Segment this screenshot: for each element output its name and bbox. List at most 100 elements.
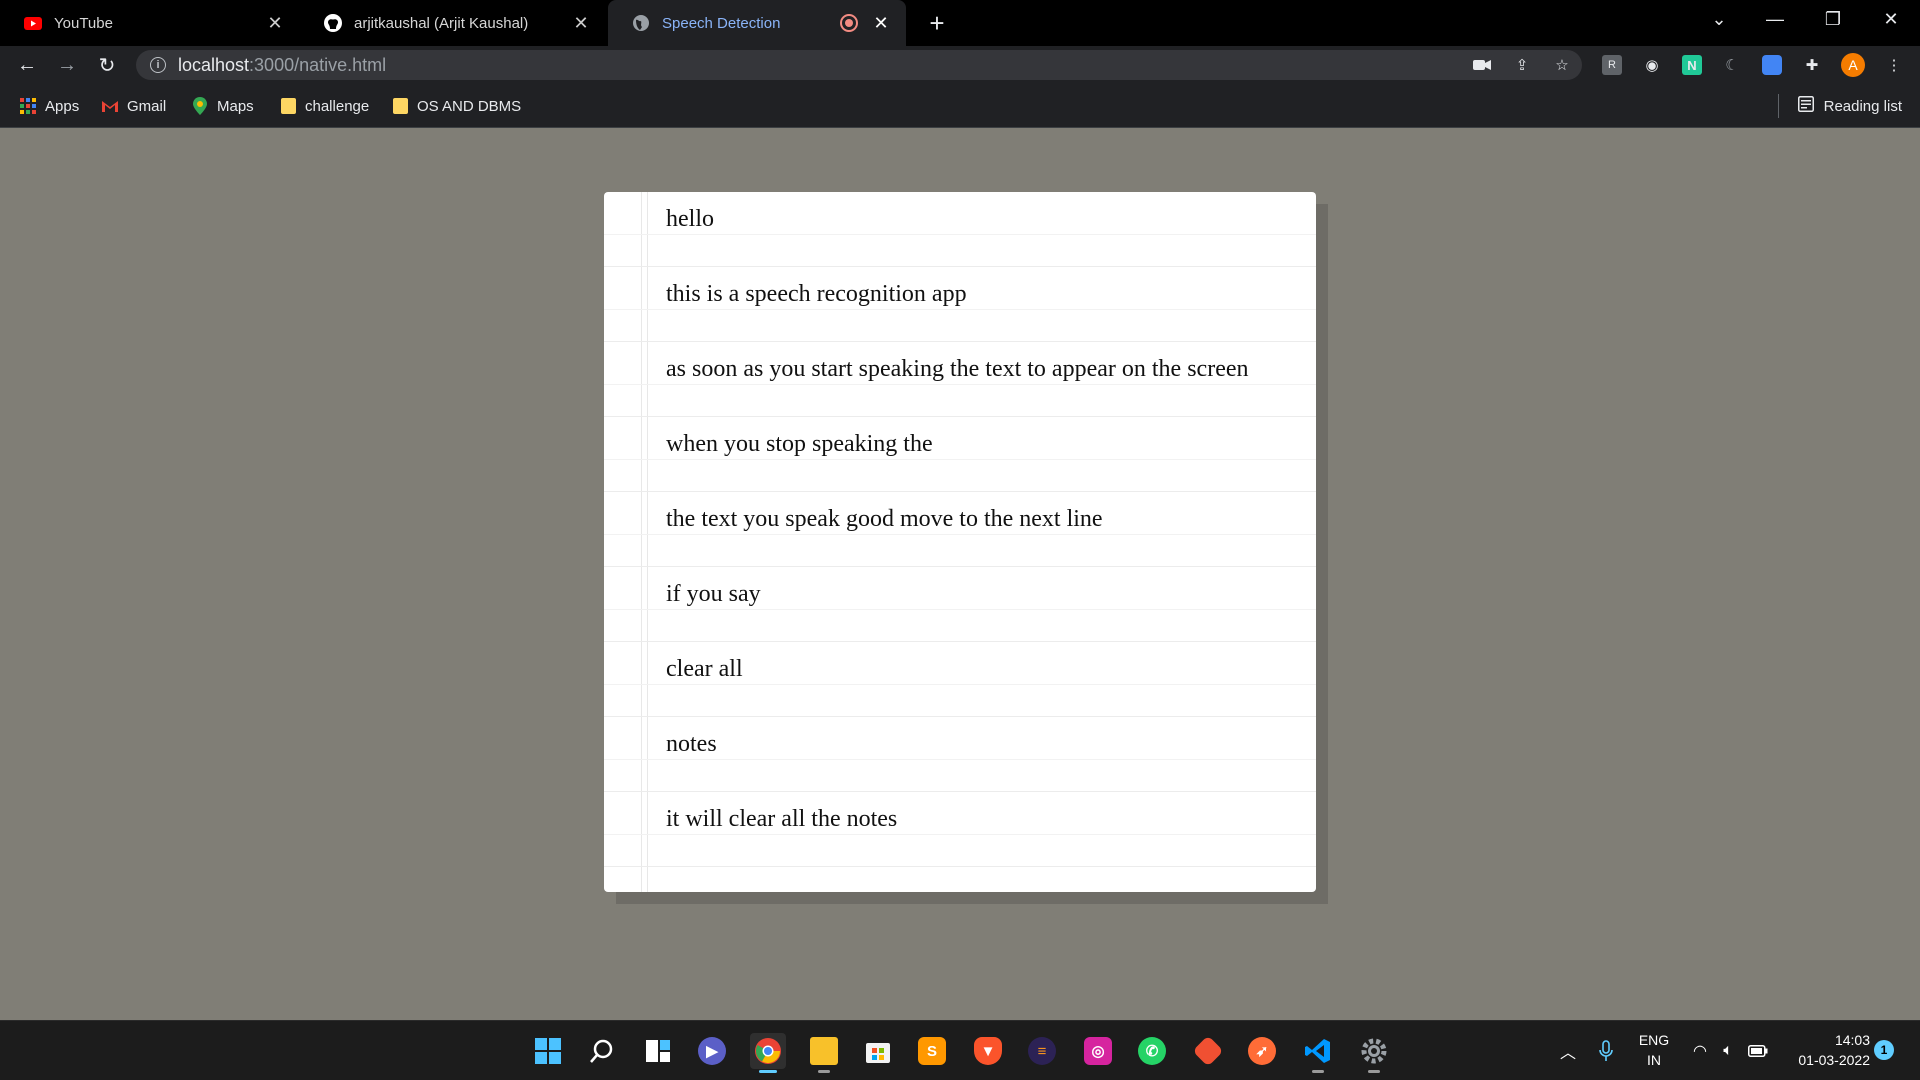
teams-chat-icon[interactable]: ▶: [694, 1033, 730, 1069]
bookmark-label: Apps: [45, 97, 80, 115]
forward-button[interactable]: →: [52, 50, 82, 80]
tab-title: Speech Detection: [662, 14, 781, 32]
bookmark-label: Maps: [217, 97, 254, 115]
note-line: as soon as you start speaking the text t…: [604, 342, 1316, 417]
tab-speech-detection[interactable]: Speech Detection ✕: [608, 0, 906, 46]
note-line: the text you speak good move to the next…: [604, 492, 1316, 567]
clock[interactable]: 14:03 01-03-2022: [1780, 1030, 1870, 1070]
tab-github[interactable]: arjitkaushal (Arjit Kaushal) ✕: [300, 0, 606, 46]
recording-icon: [840, 14, 858, 32]
language-indicator[interactable]: ENG IN: [1636, 1030, 1672, 1070]
note-line: notes: [604, 717, 1316, 792]
minimize-button[interactable]: —: [1752, 0, 1798, 38]
taskbar: ▶ S ▼ ≡ ◎ ✆ ➶ ︿ ◠ 🔈︎: [0, 1020, 1920, 1080]
menu-dots-icon[interactable]: ⋮: [1884, 55, 1904, 75]
bookmark-label: Gmail: [127, 97, 167, 115]
tab-title: YouTube: [54, 14, 113, 32]
share-icon[interactable]: ⇪: [1512, 55, 1532, 75]
note-text: it will clear all the notes: [666, 806, 898, 832]
whatsapp-icon[interactable]: ✆: [1134, 1033, 1170, 1069]
close-icon[interactable]: ✕: [870, 12, 892, 34]
language-code: ENG: [1638, 1032, 1670, 1048]
note-line: when you stop speaking the: [604, 417, 1316, 492]
tab-search-icon[interactable]: ⌄: [1696, 0, 1742, 38]
reading-list-button[interactable]: Reading list: [1797, 96, 1902, 116]
note-line: it will clear all the notes: [604, 792, 1316, 867]
postman-icon[interactable]: ➶: [1244, 1033, 1280, 1069]
note-line: this is a speech recognition app: [604, 267, 1316, 342]
chevron-up-icon[interactable]: ︿: [1554, 1033, 1582, 1069]
back-button[interactable]: ←: [12, 50, 42, 80]
note-text: notes: [666, 731, 717, 757]
region-code: IN: [1647, 1052, 1661, 1068]
gmail-icon: [102, 98, 118, 114]
tab-youtube[interactable]: YouTube ✕: [0, 0, 300, 46]
instagram-icon[interactable]: ◎: [1080, 1033, 1116, 1069]
bookmark-maps[interactable]: Maps: [192, 96, 254, 116]
start-icon[interactable]: [530, 1033, 566, 1069]
clock-time: 14:03: [1834, 1032, 1870, 1048]
note-text: when you stop speaking the: [666, 431, 933, 457]
puzzle-icon[interactable]: ✚: [1802, 55, 1822, 75]
restore-button[interactable]: ❐: [1810, 0, 1856, 38]
close-window-button[interactable]: ✕: [1868, 0, 1914, 38]
apps-grid-icon: [20, 98, 36, 114]
profile-avatar[interactable]: A: [1841, 53, 1865, 77]
notes-paper: hello this is a speech recognition app as …: [604, 192, 1316, 892]
youtube-icon: [24, 14, 42, 32]
bookmark-label: OS AND DBMS: [417, 97, 522, 115]
folder-icon: [280, 98, 296, 114]
clock-date: 01-03-2022: [1798, 1052, 1870, 1068]
folder-icon: [392, 98, 408, 114]
github-icon: [324, 14, 342, 32]
bookmark-challenge[interactable]: challenge: [280, 96, 369, 116]
tab-strip: YouTube ✕ arjitkaushal (Arjit Kaushal) ✕…: [0, 0, 1920, 46]
record-extension-icon[interactable]: ◉: [1642, 55, 1662, 75]
globe-icon: [632, 14, 650, 32]
camera-icon[interactable]: [1472, 55, 1492, 75]
git-icon[interactable]: [1190, 1033, 1226, 1069]
note-line: clear all: [604, 642, 1316, 717]
extension-icon[interactable]: ☾: [1722, 55, 1742, 75]
note-text: this is a speech recognition app: [666, 281, 967, 307]
brave-icon[interactable]: ▼: [970, 1033, 1006, 1069]
maps-pin-icon: [192, 97, 208, 115]
vscode-icon[interactable]: [1300, 1033, 1336, 1073]
bookmarks-bar: Apps Gmail Maps challenge OS AND DBMS Re…: [0, 84, 1920, 128]
wifi-icon[interactable]: ◠: [1686, 1033, 1714, 1069]
address-bar[interactable]: i localhost:3000/native.html: [136, 50, 1582, 80]
url-text: localhost:3000/native.html: [178, 54, 387, 75]
battery-icon[interactable]: [1744, 1033, 1772, 1069]
bookmark-os-and-dbms[interactable]: OS AND DBMS: [392, 96, 521, 116]
close-icon[interactable]: ✕: [570, 12, 592, 34]
microphone-icon[interactable]: [1592, 1033, 1620, 1069]
notification-badge[interactable]: 1: [1874, 1040, 1894, 1060]
bookmark-gmail[interactable]: Gmail: [102, 96, 166, 116]
chrome-icon[interactable]: [750, 1033, 786, 1073]
task-view-icon[interactable]: [640, 1033, 676, 1069]
reload-button[interactable]: ↻: [92, 50, 122, 80]
store-icon[interactable]: [860, 1033, 896, 1069]
extension-icon[interactable]: [1762, 55, 1782, 75]
info-icon[interactable]: i: [150, 57, 166, 73]
note-text: hello: [666, 206, 714, 232]
sublime-text-icon[interactable]: S: [914, 1033, 950, 1069]
file-explorer-icon[interactable]: [806, 1033, 842, 1073]
note-line: hello: [604, 192, 1316, 267]
note-line: if you say: [604, 567, 1316, 642]
eclipse-icon[interactable]: ≡: [1024, 1033, 1060, 1069]
settings-icon[interactable]: [1356, 1033, 1392, 1073]
bookmark-apps[interactable]: Apps: [20, 96, 79, 116]
note-text: the text you speak good move to the next…: [666, 506, 1103, 532]
note-text: as soon as you start speaking the text t…: [666, 356, 1249, 382]
reading-list-icon: [1797, 96, 1814, 116]
volume-icon[interactable]: 🔈︎: [1714, 1033, 1742, 1069]
close-icon[interactable]: ✕: [264, 12, 286, 34]
note-text: if you say: [666, 581, 761, 607]
extension-icon[interactable]: R: [1602, 55, 1622, 75]
bookmark-label: challenge: [305, 97, 370, 115]
search-icon[interactable]: [584, 1033, 620, 1069]
notion-extension-icon[interactable]: N: [1682, 55, 1702, 75]
new-tab-button[interactable]: +: [922, 8, 952, 38]
bookmark-star-icon[interactable]: ☆: [1552, 55, 1572, 75]
